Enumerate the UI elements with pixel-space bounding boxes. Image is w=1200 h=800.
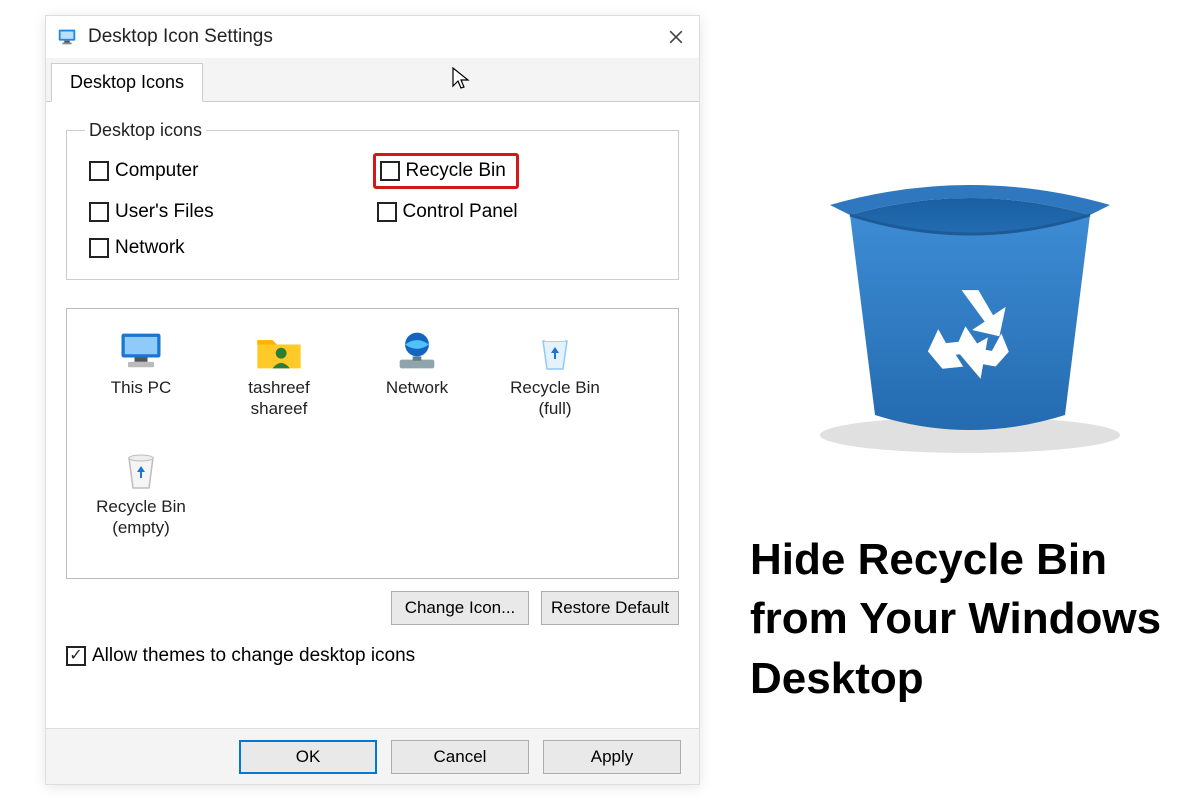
restore-default-button[interactable]: Restore Default	[541, 591, 679, 625]
icon-label: Recycle Bin (empty)	[85, 496, 197, 539]
icon-item-recycle-full[interactable]: Recycle Bin (full)	[499, 327, 611, 420]
apply-button[interactable]: Apply	[543, 740, 681, 774]
tab-desktop-icons[interactable]: Desktop Icons	[51, 63, 203, 102]
dialog-content: Desktop icons Computer Recycle Bin User'…	[46, 102, 699, 677]
tab-strip: Desktop Icons	[46, 58, 699, 102]
icon-preview-box: This PC tashreef shareef	[66, 308, 679, 579]
checkbox-users-files[interactable]: User's Files	[85, 199, 373, 225]
checkbox-label: Network	[115, 237, 185, 259]
checkbox-icon	[89, 238, 109, 258]
checkbox-control-panel[interactable]: Control Panel	[373, 199, 661, 225]
checkbox-icon	[377, 202, 397, 222]
icon-item-recycle-empty[interactable]: Recycle Bin (empty)	[85, 446, 197, 539]
titlebar-title: Desktop Icon Settings	[88, 26, 653, 48]
checkbox-label: Allow themes to change desktop icons	[92, 645, 415, 667]
checkbox-label: Control Panel	[403, 201, 518, 223]
recycle-bin-full-icon	[527, 327, 583, 375]
headline-text: Hide Recycle Bin from Your Windows Deskt…	[750, 530, 1200, 708]
checkbox-label: User's Files	[115, 201, 214, 223]
icon-item-this-pc[interactable]: This PC	[85, 327, 197, 420]
recycle-bin-empty-icon	[113, 446, 169, 494]
network-icon	[389, 327, 445, 375]
desktop-icons-group: Desktop icons Computer Recycle Bin User'…	[66, 120, 679, 280]
change-icon-button[interactable]: Change Icon...	[391, 591, 529, 625]
checkbox-recycle-bin[interactable]: Recycle Bin	[373, 153, 519, 189]
checkbox-label: Recycle Bin	[406, 160, 506, 182]
icon-label: Recycle Bin (full)	[499, 377, 611, 420]
checkbox-icon	[89, 202, 109, 222]
checkbox-network[interactable]: Network	[85, 235, 373, 261]
checkbox-label: Computer	[115, 160, 198, 182]
app-icon	[56, 26, 78, 48]
icon-label: tashreef shareef	[223, 377, 335, 420]
right-pane: Hide Recycle Bin from Your Windows Deskt…	[740, 0, 1190, 800]
computer-icon	[113, 327, 169, 375]
icon-label: This PC	[111, 377, 171, 398]
icon-label: Network	[386, 377, 448, 398]
checkbox-icon	[66, 646, 86, 666]
titlebar: Desktop Icon Settings	[46, 16, 699, 58]
ok-button[interactable]: OK	[239, 740, 377, 774]
desktop-icon-settings-dialog: Desktop Icon Settings Desktop Icons Desk…	[45, 15, 700, 785]
checkbox-icon	[380, 161, 400, 181]
group-legend: Desktop icons	[85, 120, 206, 141]
icon-item-user-folder[interactable]: tashreef shareef	[223, 327, 335, 420]
icon-item-network[interactable]: Network	[361, 327, 473, 420]
recycle-bin-illustration	[800, 135, 1140, 460]
close-button[interactable]	[653, 16, 699, 58]
cancel-button[interactable]: Cancel	[391, 740, 529, 774]
dialog-footer: OK Cancel Apply	[46, 728, 699, 784]
checkbox-icon	[89, 161, 109, 181]
checkbox-allow-themes[interactable]: Allow themes to change desktop icons	[66, 645, 679, 667]
folder-user-icon	[251, 327, 307, 375]
checkbox-computer[interactable]: Computer	[85, 153, 373, 189]
